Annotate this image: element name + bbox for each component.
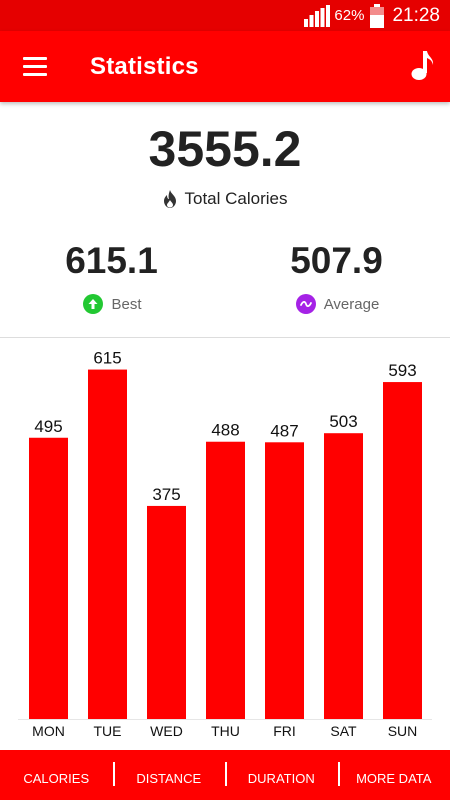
- x-tick-label: SUN: [388, 723, 418, 739]
- status-bar: 62% 21:28: [0, 0, 450, 31]
- bar-chart: 495 MON 615 TUE 375 WED 488 THU 487 FRI 503 SAT 593 S…: [18, 349, 432, 739]
- bar-sun: [383, 382, 422, 719]
- x-tick-label: FRI: [273, 723, 296, 739]
- battery-icon: [370, 3, 385, 28]
- tab-more-data[interactable]: MORE DATA: [337, 750, 450, 800]
- average-value: 507.9: [290, 240, 383, 281]
- data-label: 495: [34, 417, 62, 436]
- flame-icon: [163, 190, 176, 208]
- tilde-icon: [295, 294, 316, 314]
- bottom-nav: CALORIES DISTANCE DURATION MORE DATA: [0, 750, 450, 800]
- total-calories-value: 3555.2: [148, 121, 302, 177]
- x-tick-label: SAT: [330, 723, 357, 739]
- bar-wed: [147, 505, 186, 719]
- average-label: Average: [323, 295, 380, 313]
- tab-distance[interactable]: DISTANCE: [112, 750, 226, 800]
- x-tick-label: TUE: [94, 723, 122, 739]
- summary-panel: 3555.2 Total Calories 615.1 Best 507.9 A…: [0, 102, 450, 338]
- data-label: 593: [388, 361, 416, 380]
- best-stat: 615.1 Best: [0, 240, 225, 314]
- bar-mon: [29, 437, 68, 719]
- total-calories-caption: Total Calories: [0, 189, 450, 209]
- page-title: Statistics: [90, 53, 199, 80]
- weekly-calories-chart: 495 MON 615 TUE 375 WED 488 THU 487 FRI 503 SAT 593 S…: [0, 339, 450, 750]
- average-stat: 507.9 Average: [225, 240, 450, 314]
- x-tick-label: WED: [150, 723, 183, 739]
- best-label: Best: [111, 295, 142, 313]
- bar-tue: [88, 369, 127, 719]
- battery-percentage: 62%: [334, 7, 365, 24]
- data-label: 488: [211, 421, 239, 440]
- data-label: 503: [329, 412, 357, 431]
- data-label: 615: [93, 349, 121, 368]
- best-value: 615.1: [65, 240, 158, 281]
- music-note-icon[interactable]: [408, 49, 436, 83]
- tab-calories[interactable]: CALORIES: [0, 750, 113, 800]
- status-clock: 21:28: [392, 4, 440, 26]
- x-tick-label: MON: [32, 723, 65, 739]
- bar-sat: [324, 433, 363, 719]
- data-label: 487: [270, 421, 298, 440]
- bar-fri: [265, 442, 304, 719]
- arrow-up-icon: [83, 294, 104, 314]
- data-label: 375: [152, 485, 180, 504]
- x-tick-label: THU: [211, 723, 240, 739]
- app-bar: Statistics: [0, 31, 450, 102]
- signal-bars-icon: [304, 4, 331, 27]
- hamburger-menu-icon[interactable]: [14, 51, 56, 83]
- bar-thu: [206, 441, 245, 719]
- total-calories-label: Total Calories: [184, 189, 288, 208]
- tab-duration[interactable]: DURATION: [225, 750, 338, 800]
